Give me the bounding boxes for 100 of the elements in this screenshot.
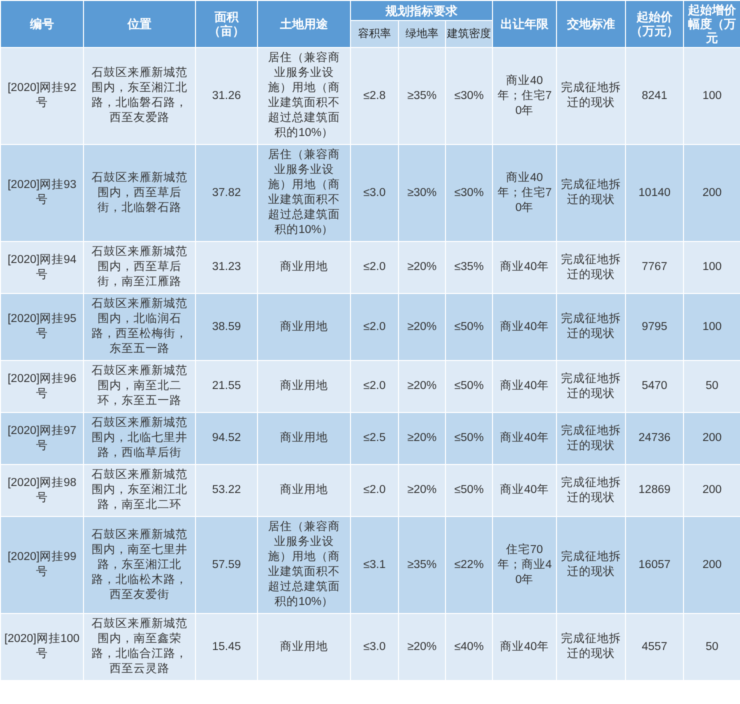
- table-cell: ≥20%: [398, 464, 446, 516]
- column-header: 土地用途: [258, 0, 350, 48]
- table-cell: [2020]网挂97号: [0, 412, 84, 464]
- table-cell: 94.52: [196, 412, 258, 464]
- table-cell: 38.59: [196, 294, 258, 360]
- table-cell: ≤50%: [446, 360, 493, 412]
- table-cell: 200: [684, 464, 740, 516]
- table-cell: 完成征地拆迁的现状: [556, 412, 626, 464]
- table-cell: 石鼓区来雁新城范围内，北临七里井路，西临草后街: [84, 412, 196, 464]
- table-cell: 24736: [626, 412, 684, 464]
- column-header: 起始价（万元）: [626, 0, 684, 48]
- table-cell: 石鼓区来雁新城范围内，东至湘江北路，南至北二环: [84, 464, 196, 516]
- table-cell: 商业40年: [492, 614, 557, 680]
- table-cell: ≥35%: [398, 48, 446, 144]
- table-cell: ≥35%: [398, 516, 446, 614]
- table-cell: 商业40年: [492, 294, 557, 360]
- table-cell: 4557: [626, 614, 684, 680]
- column-header: 面积（亩）: [196, 0, 258, 48]
- table-cell: ≥20%: [398, 242, 446, 294]
- table-cell: 商业用地: [258, 412, 350, 464]
- column-header: 出让年限: [492, 0, 557, 48]
- column-header: 绿地率: [398, 20, 446, 48]
- column-header: 编号: [0, 0, 84, 48]
- table-cell: ≥30%: [398, 144, 446, 242]
- column-header: 容积率: [350, 20, 398, 48]
- table-cell: 8241: [626, 48, 684, 144]
- table-cell: 完成征地拆迁的现状: [556, 144, 626, 242]
- table-cell: 石鼓区来雁新城范围内，西至草后街，北临磐石路: [84, 144, 196, 242]
- table-cell: 石鼓区来雁新城范围内，北临润石路，西至松梅街，东至五一路: [84, 294, 196, 360]
- table-cell: 石鼓区来雁新城范围内，南至七里井路，东至湘江北路，北临松木路，西至友爱街: [84, 516, 196, 614]
- table-cell: 50: [684, 614, 740, 680]
- table-cell: 7767: [626, 242, 684, 294]
- table-cell: ≤30%: [446, 48, 493, 144]
- table-cell: 居住（兼容商业服务业设施）用地（商业建筑面积不超过总建筑面积的10%）: [258, 144, 350, 242]
- table-cell: 居住（兼容商业服务业设施）用地（商业建筑面积不超过总建筑面积的10%）: [258, 48, 350, 144]
- table-cell: [2020]网挂93号: [0, 144, 84, 242]
- table-cell: ≤3.0: [350, 144, 398, 242]
- table-cell: 石鼓区来雁新城范围内，东至湘江北路，北临磐石路，西至友爱路: [84, 48, 196, 144]
- table-cell: ≤50%: [446, 464, 493, 516]
- table-cell: [2020]网挂92号: [0, 48, 84, 144]
- table-cell: ≤2.0: [350, 360, 398, 412]
- table-cell: 53.22: [196, 464, 258, 516]
- table-cell: [2020]网挂95号: [0, 294, 84, 360]
- table-cell: ≥20%: [398, 360, 446, 412]
- table-cell: 完成征地拆迁的现状: [556, 614, 626, 680]
- table-cell: 完成征地拆迁的现状: [556, 48, 626, 144]
- table-cell: ≤22%: [446, 516, 493, 614]
- table-cell: 完成征地拆迁的现状: [556, 294, 626, 360]
- table-cell: ≤2.0: [350, 294, 398, 360]
- table-cell: 21.55: [196, 360, 258, 412]
- table-cell: 50: [684, 360, 740, 412]
- table-cell: ≤35%: [446, 242, 493, 294]
- table-cell: ≤50%: [446, 412, 493, 464]
- table-cell: [2020]网挂99号: [0, 516, 84, 614]
- table-cell: 石鼓区来雁新城范围内，西至草后街，南至江雁路: [84, 242, 196, 294]
- table-cell: [2020]网挂98号: [0, 464, 84, 516]
- table-cell: 商业用地: [258, 294, 350, 360]
- table-cell: 10140: [626, 144, 684, 242]
- table-cell: 商业用地: [258, 464, 350, 516]
- table-cell: 商业40年: [492, 464, 557, 516]
- table-cell: [2020]网挂100号: [0, 614, 84, 680]
- table-cell: 完成征地拆迁的现状: [556, 516, 626, 614]
- table-cell: 100: [684, 48, 740, 144]
- column-header: 位置: [84, 0, 196, 48]
- table-cell: ≤2.5: [350, 412, 398, 464]
- column-header: 起始增价幅度（万元: [684, 0, 740, 48]
- table-cell: 石鼓区来雁新城范围内，南至北二环，东至五一路: [84, 360, 196, 412]
- table-cell: 商业40年；住宅70年: [492, 144, 557, 242]
- table-cell: 200: [684, 144, 740, 242]
- table-cell: 31.23: [196, 242, 258, 294]
- table-cell: 15.45: [196, 614, 258, 680]
- table-cell: 100: [684, 294, 740, 360]
- table-cell: 住宅70年；商业40年: [492, 516, 557, 614]
- table-cell: 居住（兼容商业服务业设施）用地（商业建筑面积不超过总建筑面积的10%）: [258, 516, 350, 614]
- table-cell: [2020]网挂96号: [0, 360, 84, 412]
- table-cell: ≤30%: [446, 144, 493, 242]
- column-header: 交地标准: [556, 0, 626, 48]
- table-cell: ≤3.1: [350, 516, 398, 614]
- table-cell: 商业用地: [258, 242, 350, 294]
- table-cell: 商业40年: [492, 412, 557, 464]
- table-cell: 完成征地拆迁的现状: [556, 464, 626, 516]
- table-cell: 商业用地: [258, 360, 350, 412]
- table-cell: 200: [684, 412, 740, 464]
- table-cell: 5470: [626, 360, 684, 412]
- table-cell: ≥20%: [398, 412, 446, 464]
- table-cell: 商业40年: [492, 242, 557, 294]
- table-cell: ≤2.0: [350, 464, 398, 516]
- column-header: 规划指标要求: [350, 0, 493, 21]
- table-cell: 12869: [626, 464, 684, 516]
- table-cell: 16057: [626, 516, 684, 614]
- table-cell: 37.82: [196, 144, 258, 242]
- table-cell: 9795: [626, 294, 684, 360]
- table-cell: 商业40年；住宅70年: [492, 48, 557, 144]
- table-cell: ≤2.0: [350, 242, 398, 294]
- table-cell: 31.26: [196, 48, 258, 144]
- table-cell: 商业用地: [258, 614, 350, 680]
- table-cell: 商业40年: [492, 360, 557, 412]
- table-cell: 完成征地拆迁的现状: [556, 360, 626, 412]
- table-cell: ≤3.0: [350, 614, 398, 680]
- table-cell: ≤2.8: [350, 48, 398, 144]
